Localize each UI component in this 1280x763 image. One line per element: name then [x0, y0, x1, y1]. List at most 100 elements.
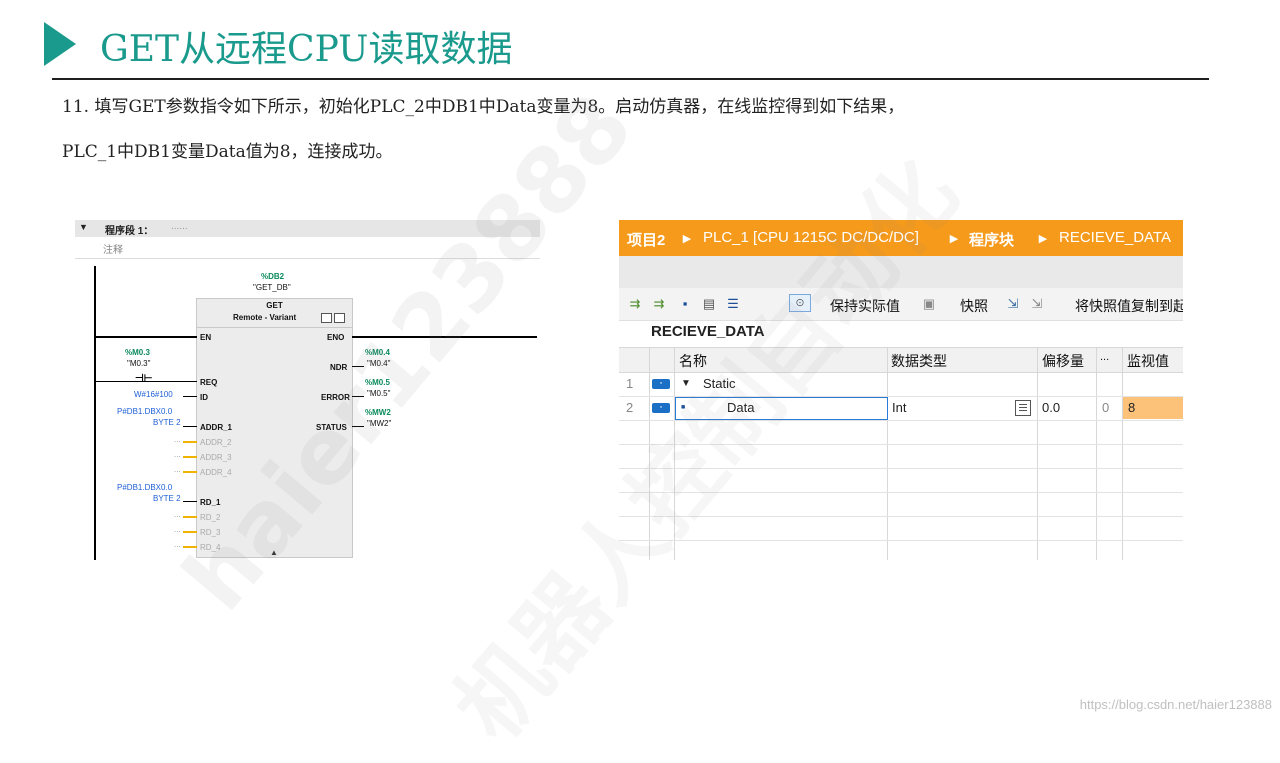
pin-id: ID: [200, 393, 208, 402]
network-header[interactable]: ▼ 程序段 1： ......: [75, 220, 540, 237]
data-type-selector-icon[interactable]: [1015, 400, 1031, 416]
eno-wire: [352, 336, 537, 338]
selected-name-cell[interactable]: [675, 397, 888, 420]
get-function-block[interactable]: GET Remote - Variant EN ENO REQ NDR ID E…: [196, 298, 353, 558]
rd1-param-a[interactable]: P#DB1.DBX0.0: [117, 483, 172, 492]
insert-row-icon[interactable]: ⇉: [627, 296, 643, 312]
db-title: RECIEVE_DATA: [651, 323, 765, 340]
table-row[interactable]: [619, 444, 1183, 469]
keep-actual-values-button[interactable]: 保持实际值: [830, 296, 900, 316]
db-editor-screenshot: 项目2 ▸ PLC_1 [CPU 1215C DC/DC/DC] ▸ 程序块 ▸…: [619, 220, 1183, 560]
snapshot-button[interactable]: 快照: [960, 296, 988, 316]
status-wire: [352, 426, 364, 427]
column-monitor-value[interactable]: 监视值: [1127, 351, 1169, 371]
network-title-placeholder[interactable]: ......: [171, 221, 188, 232]
ndr-tag-symbol: "M0.4": [367, 359, 391, 368]
pin-rd-3: RD_3: [200, 528, 221, 537]
table-row[interactable]: [619, 420, 1183, 445]
status-tag-address[interactable]: %MW2: [365, 408, 391, 417]
pin-ndr: NDR: [330, 363, 348, 372]
ladder-network-screenshot: ▼ 程序段 1： ...... 注释 %DB2 "GET_DB" GET Rem…: [75, 218, 541, 560]
table-row[interactable]: 1 ▫ ▼ Static: [619, 372, 1183, 397]
expand-triangle-icon[interactable]: ▼: [681, 378, 691, 389]
copy-snapshot-to-start-button[interactable]: 将快照值复制到起: [1075, 296, 1183, 316]
addr2-placeholder[interactable]: ...: [174, 435, 181, 444]
ndr-wire: [352, 366, 364, 367]
column-offset[interactable]: 偏移量: [1042, 351, 1084, 371]
id-param[interactable]: W#16#100: [134, 390, 173, 399]
row-number: 2: [626, 400, 634, 415]
connection-config-icon[interactable]: [321, 313, 332, 323]
breadcrumb: 项目2 ▸ PLC_1 [CPU 1215C DC/DC/DC] ▸ 程序块 ▸…: [619, 220, 1183, 256]
variable-icon: ▫: [652, 403, 670, 413]
instance-db-address: %DB2: [261, 272, 285, 281]
error-tag-address[interactable]: %M0.5: [365, 378, 390, 387]
rd3-placeholder[interactable]: ...: [174, 525, 181, 534]
addr1-wire: [183, 426, 197, 427]
error-wire: [352, 396, 364, 397]
copy-snapshot-icon[interactable]: ⇲: [1005, 296, 1021, 312]
table-header: 名称 数据类型 偏移量 ... 监视值: [619, 347, 1183, 373]
breadcrumb-db[interactable]: RECIEVE_DATA: [1059, 229, 1171, 246]
network-comment[interactable]: 注释: [75, 238, 540, 259]
addr1-param-a[interactable]: P#DB1.DBX0.0: [117, 407, 172, 416]
table-row[interactable]: 2 ▫ ■ Data Int 0.0 0 8: [619, 396, 1183, 421]
watermark-url: https://blog.csdn.net/haier123888: [1079, 697, 1272, 712]
addr1-param-b: BYTE 2: [153, 418, 181, 427]
description-line-2: PLC_1中DB1变量Data值为8，连接成功。: [62, 142, 393, 162]
static-section-icon: ▫: [652, 379, 670, 389]
snapshot-icon[interactable]: ▣: [921, 296, 937, 312]
expand-all-icon[interactable]: ▪: [677, 296, 693, 312]
rd2-placeholder[interactable]: ...: [174, 510, 181, 519]
pin-req: REQ: [200, 378, 218, 387]
diagnostics-icon[interactable]: [334, 313, 345, 323]
rd4-placeholder[interactable]: ...: [174, 540, 181, 549]
chevron-right-icon: ▸: [683, 230, 691, 247]
req-tag-symbol: "M0.3": [127, 359, 151, 368]
column-retain[interactable]: ...: [1100, 351, 1109, 363]
breadcrumb-program-blocks[interactable]: 程序块: [969, 229, 1014, 250]
slide-title: GET从远程CPU读取数据: [100, 29, 513, 70]
collapse-pins-icon[interactable]: ▲: [270, 548, 278, 557]
pin-status: STATUS: [316, 423, 347, 432]
block-subtitle: Remote - Variant: [233, 313, 297, 322]
normally-open-contact-icon[interactable]: ⊣⊢: [135, 373, 152, 384]
id-wire: [183, 396, 197, 397]
comment-text: 注释: [103, 245, 123, 256]
column-data-type[interactable]: 数据类型: [891, 351, 947, 371]
error-tag-symbol: "M0.5": [367, 389, 391, 398]
addr4-placeholder[interactable]: ...: [174, 465, 181, 474]
req-tag-address[interactable]: %M0.3: [125, 348, 150, 357]
breadcrumb-project[interactable]: 项目2: [627, 229, 665, 250]
list-view-icon[interactable]: ☰: [725, 296, 741, 312]
ndr-tag-address[interactable]: %M0.4: [365, 348, 390, 357]
en-wire: [95, 336, 197, 338]
rd1-param-b: BYTE 2: [153, 494, 181, 503]
description-line-1: 11. 填写GET参数指令如下所示，初始化PLC_2中DB1中Data变量为8。…: [62, 97, 905, 117]
table-row[interactable]: [619, 540, 1183, 560]
column-name[interactable]: 名称: [679, 351, 707, 371]
pin-addr-3: ADDR_3: [200, 453, 232, 462]
monitor-all-icon[interactable]: ⊙: [789, 294, 811, 312]
pin-rd-1: RD_1: [200, 498, 221, 507]
pin-error: ERROR: [321, 393, 350, 402]
table-row[interactable]: [619, 516, 1183, 541]
variable-bullet-icon: ■: [681, 404, 686, 411]
load-start-values-icon[interactable]: ⇲: [1029, 296, 1045, 312]
pin-en: EN: [200, 333, 212, 342]
collapse-all-icon[interactable]: ▤: [701, 296, 717, 312]
row-data-type[interactable]: Int: [892, 400, 906, 415]
collapse-triangle-icon[interactable]: ▼: [79, 222, 88, 232]
table-row[interactable]: [619, 468, 1183, 493]
addr3-placeholder[interactable]: ...: [174, 450, 181, 459]
row-retain[interactable]: 0: [1102, 400, 1109, 415]
add-row-icon[interactable]: ⇉: [651, 296, 667, 312]
power-rail: [94, 266, 96, 560]
table-row[interactable]: [619, 492, 1183, 517]
pin-addr-1: ADDR_1: [200, 423, 233, 432]
db-toolbar: ⇉ ⇉ ▪ ▤ ☰ ⊙ 保持实际值 ▣ 快照 ⇲ ⇲ 将快照值复制到起: [619, 288, 1183, 321]
title-arrow-icon: [44, 22, 76, 66]
chevron-right-icon: ▸: [1039, 230, 1047, 247]
pin-addr-2: ADDR_2: [200, 438, 232, 447]
breadcrumb-plc[interactable]: PLC_1 [CPU 1215C DC/DC/DC]: [703, 229, 919, 246]
